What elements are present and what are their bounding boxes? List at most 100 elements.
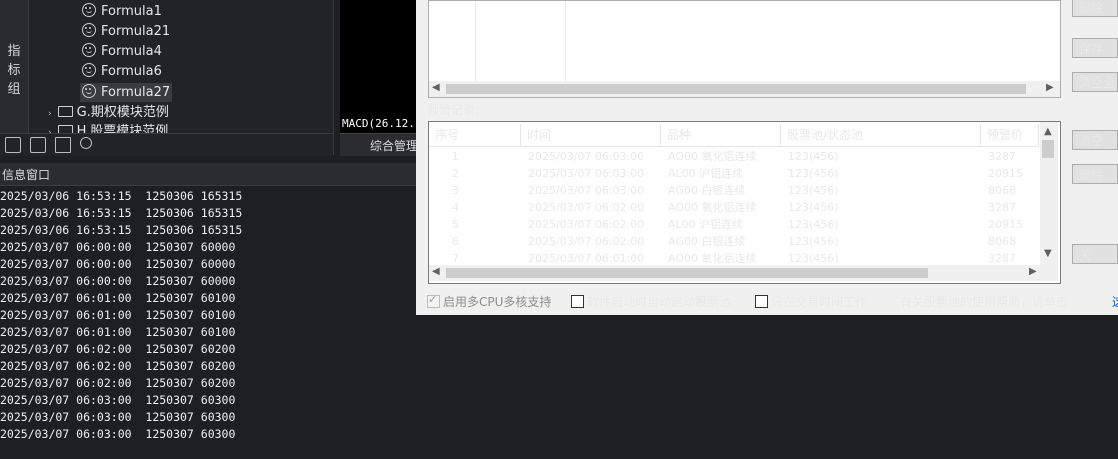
autostart-pool-checkbox[interactable]: 软件启动时自动启动股票池 [571, 293, 731, 310]
cell-index: 7 [452, 252, 459, 263]
column-header[interactable]: 序号 [429, 124, 521, 146]
cell-time: 2025/03/07 06:01:00 [528, 252, 645, 263]
manage-tab[interactable]: 综合管理 [340, 133, 418, 156]
multicore-checkbox[interactable]: 启用多CPU多核支持 [427, 293, 551, 310]
cell-time: 2025/03/07 06:02:00 [528, 235, 645, 248]
scroll-left-icon[interactable]: ◀ [432, 266, 440, 277]
scroll-up-icon[interactable]: ▲ [1044, 126, 1052, 137]
indicator-group-tab[interactable]: 指 标 组 [0, 0, 29, 155]
scroll-left-icon[interactable]: ◀ [432, 82, 440, 93]
table-row[interactable]: 1 2025/03/07 06:03:00 AO00 氧化铝连续 123(456… [431, 148, 1039, 165]
cell-pool: 123(456) [788, 150, 839, 163]
table-row[interactable]: 4 2025/03/07 06:02:00 AO00 氧化铝连续 123(456… [431, 199, 1039, 216]
formula-icon [82, 84, 96, 98]
alert-records-table[interactable]: 序号 时间 品种 股票池/状态池 预警价 1 2025/03/07 06:03:… [428, 121, 1061, 284]
folder-icon [57, 106, 73, 117]
vtab-char: 指 [7, 44, 21, 59]
tree-item-label: Formula4 [101, 44, 162, 59]
cell-pool: 123(456) [788, 184, 839, 197]
scrollbar-thumb[interactable] [446, 268, 928, 278]
tree-folder-label: H.股票模块范例 [76, 124, 169, 133]
cell-time: 2025/03/07 06:02:00 [528, 201, 645, 214]
save-button[interactable]: 保存 [1072, 38, 1118, 58]
tree-item-formula21[interactable]: Formula21 [82, 22, 170, 41]
tree-folder-options[interactable]: › G.期权模块范例 [48, 103, 169, 122]
list-column-divider [565, 1, 566, 81]
checkbox-icon [427, 293, 440, 308]
cell-index: 6 [452, 235, 459, 248]
table-row[interactable]: 3 2025/03/07 06:03:00 AG00 白银连续 123(456)… [431, 182, 1039, 199]
scroll-right-icon[interactable]: ▶ [1029, 266, 1037, 277]
horizontal-scrollbar[interactable]: ◀ ▶ [429, 265, 1058, 281]
column-header[interactable]: 品种 [661, 124, 781, 146]
column-header[interactable]: 预警价 [981, 124, 1039, 146]
vertical-scrollbar[interactable]: ▲ ▼ [1040, 122, 1058, 265]
checkbox-icon [571, 295, 584, 308]
tree-item-formula1[interactable]: Formula1 [82, 2, 162, 21]
cell-pool: 123(456) [788, 167, 839, 180]
formula-icon [82, 3, 96, 17]
expand-arrow-icon: › [48, 109, 52, 119]
tree-item-formula27[interactable]: Formula27 [80, 83, 172, 102]
log-line: 2025/03/07 06:03:00 1250307 60300 [0, 410, 236, 424]
checkbox-label: 软件启动时自动启动股票池 [587, 295, 732, 309]
clear-button[interactable]: 清空 [1072, 130, 1118, 150]
cell-index: 2 [452, 167, 459, 180]
log-line: 2025/03/07 06:02:00 1250307 60200 [0, 376, 236, 390]
cell-time: 2025/03/07 06:02:00 [528, 218, 645, 231]
cell-price: 20915 [988, 167, 1023, 180]
formula-export-icon[interactable] [5, 137, 21, 153]
cell-pool: 123(456) [788, 235, 839, 248]
search-icon[interactable] [80, 137, 92, 149]
cell-pool: 123(456) [788, 201, 839, 214]
log-line: 2025/03/06 16:53:15 1250306 165315 [0, 189, 243, 203]
help-link[interactable]: 这 [1112, 293, 1118, 310]
vtab-char: 标 [7, 63, 21, 78]
horizontal-scrollbar[interactable]: ◀ ▶ [429, 81, 1060, 97]
cell-symbol: AO00 氧化铝连续 [668, 252, 757, 263]
scroll-right-icon[interactable]: ▶ [1046, 82, 1054, 93]
tree-folder-label: G.期权模块范例 [76, 105, 169, 120]
column-header[interactable]: 时间 [521, 124, 661, 146]
tree-item-formula4[interactable]: Formula4 [82, 42, 162, 61]
scrollbar-thumb[interactable] [446, 84, 1026, 94]
column-header[interactable]: 股票池/状态池 [781, 124, 981, 146]
log-line: 2025/03/07 06:01:00 1250307 60100 [0, 291, 236, 305]
vtab-char: 组 [7, 82, 21, 97]
trading-hours-checkbox[interactable]: 只在交易时间工作 [755, 293, 867, 310]
cell-index: 5 [452, 218, 459, 231]
cell-price: 8068 [988, 235, 1016, 248]
clear-all-button[interactable]: 清空全部 [1072, 72, 1118, 92]
edit-icon[interactable] [55, 137, 71, 153]
log-line: 2025/03/07 06:00:00 1250307 60000 [0, 240, 236, 254]
cell-time: 2025/03/07 06:03:00 [528, 167, 645, 180]
delete-button-top[interactable]: 删除 [1072, 0, 1118, 17]
log-line: 2025/03/07 06:02:00 1250307 60200 [0, 342, 236, 356]
scrollbar-thumb[interactable] [1042, 140, 1054, 158]
delete-button[interactable]: 删除 [1072, 164, 1118, 184]
log-line: 2025/03/07 06:00:00 1250307 60000 [0, 257, 236, 271]
table-row[interactable]: 7 2025/03/07 06:01:00 AO00 氧化铝连续 123(456… [431, 250, 1039, 263]
cell-symbol: AL00 沪铝连续 [668, 167, 744, 180]
tree-toolbar [0, 133, 333, 156]
table-header: 序号 时间 品种 股票池/状态池 预警价 [429, 124, 1039, 147]
formula-import-icon[interactable] [30, 137, 46, 153]
cell-symbol: AO00 氧化铝连续 [668, 201, 757, 214]
cell-price: 3287 [988, 252, 1016, 263]
tree-folder-stocks[interactable]: › H.股票模块范例 [48, 122, 168, 133]
scroll-down-icon[interactable]: ▼ [1044, 248, 1052, 259]
formula-icon [82, 43, 96, 57]
tree-item-formula6[interactable]: Formula6 [82, 62, 162, 81]
close-button[interactable]: 关 [1072, 244, 1118, 264]
cell-index: 3 [452, 184, 459, 197]
table-row[interactable]: 2 2025/03/07 06:03:00 AL00 沪铝连续 123(456)… [431, 165, 1039, 182]
info-log: 2025/03/06 16:53:15 1250306 165315 2025/… [0, 188, 416, 458]
cell-symbol: AG00 白银连续 [668, 184, 746, 197]
cell-price: 8068 [988, 184, 1016, 197]
cell-price: 3287 [988, 201, 1016, 214]
tree-item-label: Formula1 [101, 4, 162, 19]
table-row[interactable]: 5 2025/03/07 06:02:00 AL00 沪铝连续 123(456)… [431, 216, 1039, 233]
upper-list-view[interactable]: ◀ ▶ [428, 0, 1061, 98]
table-row[interactable]: 6 2025/03/07 06:02:00 AG00 白银连续 123(456)… [431, 233, 1039, 250]
folder-icon [57, 125, 73, 133]
